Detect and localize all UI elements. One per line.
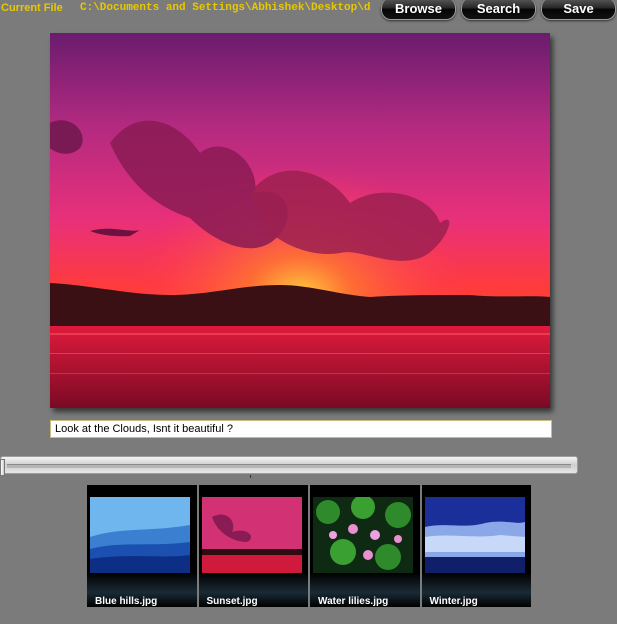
blue-hills-icon	[90, 497, 190, 573]
thumbnail-blue-hills[interactable]: Blue hills.jpg	[87, 485, 197, 607]
slider-tick	[250, 475, 251, 478]
sunset-icon	[201, 497, 302, 573]
thumbnail-label: Winter.jpg	[429, 596, 478, 607]
search-button[interactable]: Search	[461, 0, 536, 20]
save-button[interactable]: Save	[541, 0, 616, 20]
current-file-label: Current File	[1, 2, 63, 14]
main-photo	[50, 33, 550, 408]
toolbar: Current File C:\Documents and Settings\A…	[0, 0, 617, 20]
thumbnail-water-lilies[interactable]: Water lilies.jpg	[310, 485, 420, 607]
thumbnail-label: Sunset.jpg	[206, 596, 258, 607]
thumbnail-label: Blue hills.jpg	[95, 596, 158, 607]
sunset-image	[50, 33, 550, 408]
winter-icon	[424, 497, 525, 573]
image-slider[interactable]	[0, 456, 578, 474]
thumbnail-winter[interactable]: Winter.jpg	[421, 485, 531, 607]
thumbnail-strip: Blue hills.jpg Sunset.jpg Water lilies.j…	[87, 485, 531, 607]
water-lilies-icon	[313, 497, 413, 573]
slider-thumb[interactable]	[0, 459, 5, 476]
thumbnail-sunset[interactable]: Sunset.jpg	[198, 485, 308, 607]
slider-groove	[7, 464, 571, 468]
browse-button[interactable]: Browse	[381, 0, 456, 20]
thumbnail-label: Water lilies.jpg	[318, 596, 389, 607]
current-file-path: C:\Documents and Settings\Abhishek\Deskt…	[80, 2, 372, 14]
caption-input[interactable]: Look at the Clouds, Isnt it beautiful ?	[50, 420, 552, 438]
